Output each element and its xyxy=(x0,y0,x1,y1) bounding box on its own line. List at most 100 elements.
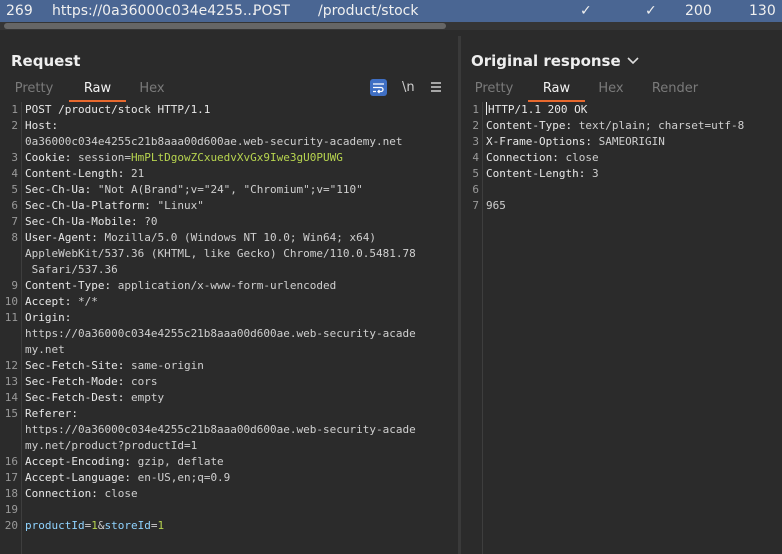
line-content: Sec-Fetch-Dest: empty xyxy=(25,390,164,406)
code-line: 14 Sec-Fetch-Dest: empty xyxy=(0,390,458,406)
header-value: cors xyxy=(124,375,158,388)
hamburger-menu-icon[interactable] xyxy=(430,80,442,98)
header-value: close xyxy=(97,487,138,500)
header-value: "Linux" xyxy=(150,199,204,212)
code-line: 3 Cookie: session=HmPLtDgowZCxuedvXvGx9Iw… xyxy=(0,150,458,166)
line-content: Referer: xyxy=(25,406,78,422)
response-title-text: Original response xyxy=(471,52,621,70)
code-line: 5 Content-Length: 3 xyxy=(461,166,782,182)
line-number: 5 xyxy=(11,183,18,196)
response-title[interactable]: Original response xyxy=(471,52,639,70)
line-number: 14 xyxy=(4,391,18,404)
history-row-selected[interactable]: 269 https://0a36000c034e4255... POST /pr… xyxy=(0,0,782,22)
code-line: 0a36000c034e4255c21b8aaa00d600ae.web-sec… xyxy=(0,134,458,150)
text-caret xyxy=(486,102,487,115)
line-number: 7 xyxy=(11,215,18,228)
line-number: 4 xyxy=(472,151,479,164)
code-line: 1 HTTP/1.1 200 OK xyxy=(461,102,782,118)
line-content: Safari/537.36 xyxy=(25,262,118,278)
header-value: */* xyxy=(71,295,98,308)
request-title-text: Request xyxy=(11,52,81,70)
header-name: Content-Type: xyxy=(486,119,573,132)
line-content: my.net/product?productId=1 xyxy=(25,438,197,454)
header-value: gzip, deflate xyxy=(130,455,224,468)
line-content: Sec-Ch-Ua-Platform: "Linux" xyxy=(25,198,204,214)
tab-response-hex[interactable]: Hex xyxy=(593,80,629,100)
tab-request-raw[interactable]: Raw xyxy=(69,80,126,102)
line-number: 5 xyxy=(472,167,479,180)
line-content: Accept: */* xyxy=(25,294,98,310)
code-line: 6 xyxy=(461,182,782,198)
tab-response-render[interactable]: Render xyxy=(649,80,701,100)
response-pane: Original response Pretty Raw Hex Render … xyxy=(461,36,782,554)
code-line: 3 X-Frame-Options: SAMEORIGIN xyxy=(461,134,782,150)
line-content: HTTP/1.1 200 OK xyxy=(486,102,587,118)
header-name: Sec-Fetch-Mode: xyxy=(25,375,125,388)
history-host: https://0a36000c034e4255... xyxy=(52,3,257,19)
body-token: 1 xyxy=(91,519,98,532)
line-number: 8 xyxy=(11,231,18,244)
line-number: 17 xyxy=(4,471,18,484)
line-content: POST /product/stock HTTP/1.1 xyxy=(25,102,210,118)
header-name: Sec-Ch-Ua-Platform: xyxy=(25,199,151,212)
line-content: Cookie: session=HmPLtDgowZCxuedvXvGx9Iwe… xyxy=(25,150,343,166)
line-content: https://0a36000c034e4255c21b8aaa00d600ae… xyxy=(25,326,416,342)
header-name: Origin: xyxy=(25,311,72,324)
code-line: 7 965 xyxy=(461,198,782,214)
tab-request-hex[interactable]: Hex xyxy=(134,80,170,100)
cookie-value: HmPLtDgowZCxuedvXvGx9Iwe3gU0PUWG xyxy=(130,151,343,164)
line-content: productId=1&storeId=1 xyxy=(25,518,164,534)
code-line: 1 POST /product/stock HTTP/1.1 xyxy=(0,102,458,118)
line-content: Sec-Fetch-Site: same-origin xyxy=(25,358,204,374)
header-value: 0a36000c034e4255c21b8aaa00d600ae.web-sec… xyxy=(25,135,403,148)
response-tabs: Pretty Raw Hex Render xyxy=(461,80,782,102)
line-content: 965 xyxy=(486,198,506,214)
line-content: Origin: xyxy=(25,310,71,326)
wrap-lines-icon[interactable] xyxy=(370,79,387,97)
line-number: 1 xyxy=(11,103,18,116)
line-content: Content-Type: application/x-www-form-url… xyxy=(25,278,336,294)
show-newlines-button[interactable]: \n xyxy=(402,80,415,98)
line-content: 0a36000c034e4255c21b8aaa00d600ae.web-sec… xyxy=(25,134,403,150)
line-number: 11 xyxy=(4,311,18,324)
header-value: 21 xyxy=(124,167,145,180)
tab-response-raw[interactable]: Raw xyxy=(528,80,585,102)
line-number: 2 xyxy=(472,119,479,132)
response-editor[interactable]: 1 HTTP/1.1 200 OK 2 Content-Type: text/plai… xyxy=(461,102,782,554)
check-icon: ✓ xyxy=(580,3,592,19)
horizontal-scrollbar[interactable] xyxy=(0,22,782,30)
code-line: 15 Referer: xyxy=(0,406,458,422)
scrollbar-thumb[interactable] xyxy=(4,23,446,29)
header-name: Referer: xyxy=(25,407,78,420)
line-content: Content-Type: text/plain; charset=utf-8 xyxy=(486,118,744,134)
line-number: 18 xyxy=(4,487,18,500)
tab-request-pretty[interactable]: Pretty xyxy=(12,80,56,100)
request-editor[interactable]: 1 POST /product/stock HTTP/1.1 2 Host: 0a360… xyxy=(0,102,458,554)
header-value: https://0a36000c034e4255c21b8aaa00d600ae… xyxy=(25,423,416,436)
tab-response-pretty[interactable]: Pretty xyxy=(472,80,516,100)
line-number: 10 xyxy=(4,295,18,308)
header-name: Sec-Ch-Ua-Mobile: xyxy=(25,215,138,228)
header-value: 965 xyxy=(486,199,506,212)
header-name: HTTP/1.1 200 OK xyxy=(488,103,588,116)
line-number: 3 xyxy=(472,135,479,148)
line-content: Accept-Language: en-US,en;q=0.9 xyxy=(25,470,230,486)
header-value: session= xyxy=(71,151,131,164)
header-name: User-Agent: xyxy=(25,231,98,244)
body-token: productId xyxy=(25,519,85,532)
header-name: Accept: xyxy=(25,295,72,308)
code-line: 10 Accept: */* xyxy=(0,294,458,310)
line-content: Content-Length: 3 xyxy=(486,166,599,182)
code-line: 11 Origin: xyxy=(0,310,458,326)
header-value: same-origin xyxy=(124,359,204,372)
chevron-down-icon xyxy=(627,57,639,65)
code-line: https://0a36000c034e4255c21b8aaa00d600ae… xyxy=(0,326,458,342)
code-line: 2 Host: xyxy=(0,118,458,134)
header-value: my.net xyxy=(25,343,65,356)
code-line: 7 Sec-Ch-Ua-Mobile: ?0 xyxy=(0,214,458,230)
header-value: close xyxy=(558,151,599,164)
code-line: my.net xyxy=(0,342,458,358)
header-value: AppleWebKit/537.36 (KHTML, like Gecko) C… xyxy=(25,247,416,260)
header-name: Sec-Fetch-Site: xyxy=(25,359,125,372)
line-content: Sec-Fetch-Mode: cors xyxy=(25,374,157,390)
